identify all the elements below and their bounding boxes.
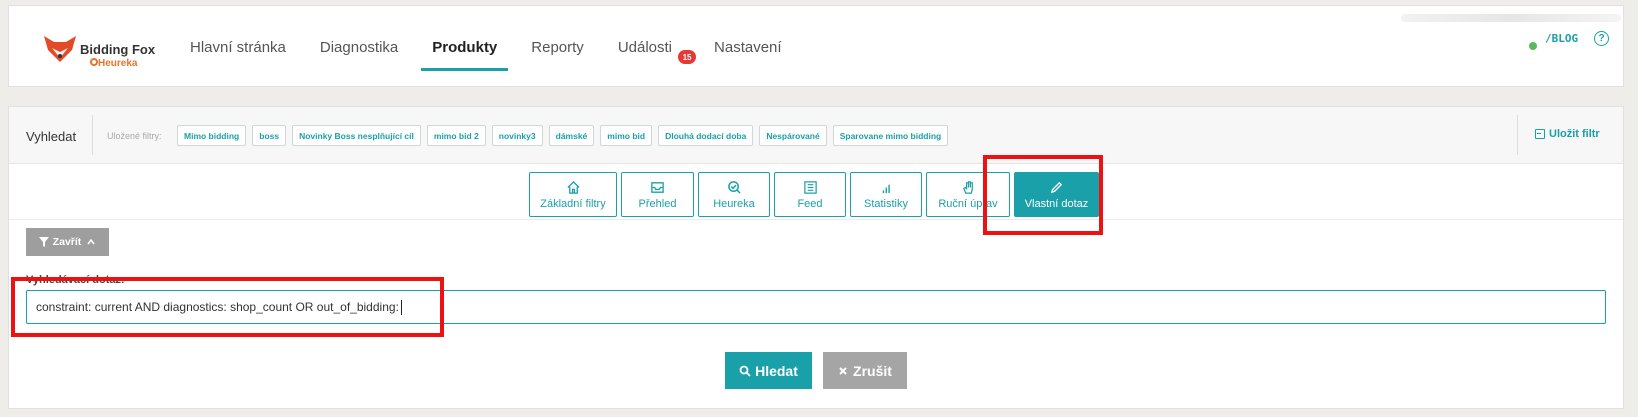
saved-filter-chip[interactable]: Sparovane mimo bidding [832,125,949,146]
nav-label: Produkty [432,38,498,56]
saved-filters-list: Mimo bidding boss Novinky Boss nesplňují… [177,125,954,146]
filter-panel: Vyhledat Uložené filtry: Mimo bidding bo… [8,106,1624,409]
tab-label: Základní filtry [540,197,606,210]
divider [1517,115,1518,155]
nav-item-products[interactable]: Produkty [421,6,509,88]
fox-logo-icon [44,36,76,62]
logo-subtitle: Heureka [98,58,138,69]
saved-filter-chip[interactable]: Mimo bidding [177,125,247,146]
saved-filters-label: Uložené filtry: [107,131,162,141]
search-label: Vyhledat [26,129,77,144]
nav-label: Diagnostika [319,38,399,56]
main-nav: Hlavní stránka Diagnostika Produkty Repo… [179,6,805,88]
nav-label: Reporty [531,38,584,56]
divider [92,115,93,155]
tab-heureka[interactable]: Heureka [698,172,770,217]
save-filter-button[interactable]: Uložit filtr [1535,128,1600,140]
search-button[interactable]: Hledat [725,352,812,389]
nav-label: Nastavení [714,38,782,56]
save-filter-label: Uložit filtr [1549,128,1600,140]
nav-item-diagnostics[interactable]: Diagnostika [309,6,409,88]
help-icon[interactable]: ? [1594,31,1609,46]
saved-filter-chip[interactable]: Novinky Boss nesplňující cíl [292,125,421,146]
tab-label: Přehled [638,197,677,210]
nav-label: Hlavní stránka [190,38,286,56]
hand-icon [962,180,973,194]
tab-statistics[interactable]: Statistiky [850,172,922,217]
saved-filter-chip[interactable]: Dlouhá dodací doba [658,125,754,146]
home-icon [566,180,580,194]
filter-icon [38,237,49,247]
close-filter-button[interactable]: Zavřít [26,228,109,256]
tab-feed[interactable]: Feed [774,172,846,217]
search-bar: Vyhledat Uložené filtry: Mimo bidding bo… [9,107,1623,164]
inbox-icon [651,181,664,193]
tab-label: Heureka [713,197,755,210]
search-button-label: Hledat [755,362,798,379]
saved-filter-chip[interactable]: novinky3 [491,125,543,146]
filter-tabs-area: Základní filtry Přehled Heureka Feed Sta… [9,164,1623,220]
logo-title: Bidding Fox [80,42,156,57]
nav-label: Události [617,38,673,56]
list-icon [803,180,817,194]
chevron-up-icon [87,238,95,245]
saved-filter-chip[interactable]: Nespárované [759,125,827,146]
close-icon [839,366,847,375]
tab-basic-filters[interactable]: Základní filtry [529,172,617,217]
online-status-dot [1529,42,1537,50]
nav-item-home[interactable]: Hlavní stránka [179,6,297,88]
top-navigation-bar: Bidding Fox Heureka Hlavní stránka Diagn… [8,5,1624,87]
saved-filter-chip[interactable]: boss [252,125,287,146]
tab-label: Statistiky [863,197,908,210]
nav-item-events[interactable]: Události 15 [607,6,697,88]
blurred-user-info [1401,14,1621,22]
bidding-fox-logo[interactable]: Bidding Fox Heureka [42,32,167,74]
highlight-box-query-input [11,277,444,337]
nav-item-settings[interactable]: Nastavení [703,6,793,88]
nav-item-reports[interactable]: Reporty [520,6,595,88]
search-icon [739,365,751,377]
heureka-icon [90,58,98,66]
close-filter-label: Zavřít [52,236,82,248]
saved-filter-chip[interactable]: dámské [548,125,595,146]
search-check-icon [727,180,741,194]
highlight-box-custom-query-tab [983,155,1103,235]
tab-overview[interactable]: Přehled [621,172,694,217]
blog-link[interactable]: /BLOG [1545,32,1578,45]
floppy-disk-icon [1535,129,1545,139]
cancel-button-label: Zrušit [853,362,892,379]
saved-filter-chip[interactable]: mimo bid 2 [426,125,486,146]
saved-filter-chip[interactable]: mimo bid [600,125,653,146]
tab-label: Feed [797,197,823,210]
bar-chart-icon [882,184,890,193]
cancel-button[interactable]: Zrušit [823,352,907,389]
events-count-badge: 15 [678,50,697,64]
